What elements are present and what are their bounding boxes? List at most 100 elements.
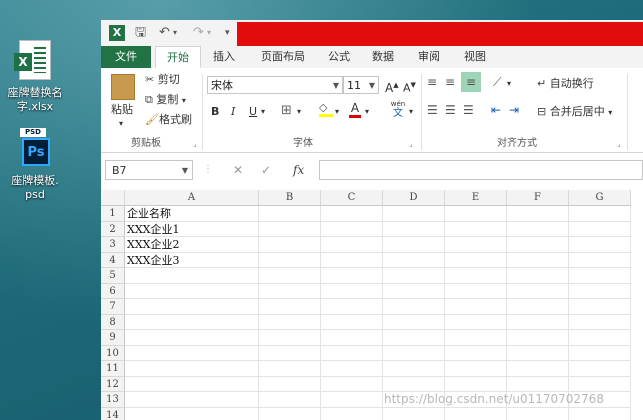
cell[interactable]: [507, 361, 569, 377]
cell[interactable]: [259, 206, 321, 222]
cell[interactable]: [383, 237, 445, 253]
row-header[interactable]: 11: [101, 361, 125, 377]
row-header[interactable]: 1: [101, 206, 125, 222]
cell[interactable]: [507, 252, 569, 268]
undo-icon[interactable]: ↶: [159, 24, 170, 42]
cell[interactable]: [125, 392, 259, 408]
tab-page-layout[interactable]: 页面布局: [253, 46, 313, 68]
row-header[interactable]: 14: [101, 407, 125, 420]
cell[interactable]: [259, 237, 321, 253]
cell[interactable]: [445, 407, 507, 420]
cell[interactable]: 企业名称: [125, 206, 259, 222]
tab-insert[interactable]: 插入: [207, 46, 241, 68]
cell[interactable]: [383, 361, 445, 377]
row-header[interactable]: 2: [101, 221, 125, 237]
cell[interactable]: [445, 221, 507, 237]
cell[interactable]: [321, 299, 383, 315]
cell[interactable]: [383, 283, 445, 299]
cell[interactable]: [507, 299, 569, 315]
cell[interactable]: [321, 268, 383, 284]
align-top-icon[interactable]: ≡: [427, 74, 437, 90]
merge-center-button[interactable]: ⊟ 合并后居中 ▾: [537, 104, 612, 121]
cell[interactable]: [445, 299, 507, 315]
cell[interactable]: [507, 376, 569, 392]
row-header[interactable]: 6: [101, 283, 125, 299]
cell[interactable]: [445, 206, 507, 222]
cell[interactable]: [321, 345, 383, 361]
align-left-icon[interactable]: ☰: [427, 102, 438, 118]
cell[interactable]: [321, 330, 383, 346]
cell[interactable]: [383, 268, 445, 284]
cell[interactable]: [507, 314, 569, 330]
cell[interactable]: [125, 361, 259, 377]
cell[interactable]: [321, 221, 383, 237]
cell[interactable]: [445, 252, 507, 268]
tab-formulas[interactable]: 公式: [323, 46, 355, 68]
customize-qat-icon[interactable]: ▾: [225, 24, 230, 42]
cell[interactable]: [259, 299, 321, 315]
cell[interactable]: [445, 314, 507, 330]
phonetic-dropdown-icon[interactable]: ▾: [409, 104, 413, 120]
column-header[interactable]: B: [259, 190, 321, 206]
cell[interactable]: [569, 268, 631, 284]
cut-button[interactable]: ✂ 剪切: [145, 72, 180, 88]
row-header[interactable]: 9: [101, 330, 125, 346]
row-header[interactable]: 10: [101, 345, 125, 361]
cell[interactable]: [569, 314, 631, 330]
row-header[interactable]: 5: [101, 268, 125, 284]
cell[interactable]: [445, 330, 507, 346]
cell[interactable]: [507, 268, 569, 284]
cell[interactable]: [383, 252, 445, 268]
cell[interactable]: [445, 376, 507, 392]
cell[interactable]: [569, 361, 631, 377]
orientation-icon[interactable]: ⟋: [493, 74, 501, 90]
cell[interactable]: [507, 345, 569, 361]
alignment-launcher-icon[interactable]: ⌟: [617, 136, 621, 152]
increase-indent-icon[interactable]: ⇥: [509, 102, 519, 118]
tab-home[interactable]: 开始: [155, 46, 201, 68]
save-icon[interactable]: 🖫: [135, 24, 146, 42]
paste-icon[interactable]: [111, 74, 135, 100]
cell[interactable]: [445, 283, 507, 299]
clipboard-launcher-icon[interactable]: ⌟: [193, 136, 197, 152]
cell[interactable]: [125, 376, 259, 392]
cell[interactable]: [125, 283, 259, 299]
cell[interactable]: [321, 237, 383, 253]
paste-dropdown-icon[interactable]: ▾: [119, 116, 123, 132]
cell[interactable]: [445, 237, 507, 253]
cell[interactable]: [383, 330, 445, 346]
column-header[interactable]: D: [383, 190, 445, 206]
cell[interactable]: [321, 252, 383, 268]
cell[interactable]: [507, 237, 569, 253]
column-header[interactable]: C: [321, 190, 383, 206]
cell[interactable]: [383, 206, 445, 222]
desktop-icon-xlsx[interactable]: X 座牌替换名 字.xlsx: [0, 40, 70, 114]
name-box[interactable]: B7 ▼: [105, 160, 193, 180]
cell[interactable]: [383, 407, 445, 420]
phonetic-button[interactable]: wén 文: [389, 100, 407, 119]
cell[interactable]: [321, 407, 383, 420]
tab-data[interactable]: 数据: [367, 46, 399, 68]
cell[interactable]: [383, 221, 445, 237]
redo-dropdown-icon[interactable]: ▾: [207, 24, 211, 42]
align-right-icon[interactable]: ☰: [463, 102, 474, 118]
tab-view[interactable]: 视图: [459, 46, 491, 68]
decrease-font-icon[interactable]: A▼: [403, 77, 416, 97]
cell[interactable]: [259, 361, 321, 377]
desktop-icon-psd[interactable]: PSD Ps 座牌模板. psd: [0, 128, 70, 202]
cell[interactable]: [321, 392, 383, 408]
italic-button[interactable]: I: [231, 104, 235, 120]
row-header[interactable]: 8: [101, 314, 125, 330]
cell[interactable]: [383, 376, 445, 392]
font-name-select[interactable]: 宋体 ▼: [207, 76, 343, 94]
cell[interactable]: [321, 206, 383, 222]
wrap-text-button[interactable]: ↵ 自动换行: [537, 76, 594, 92]
formula-input[interactable]: [319, 160, 643, 180]
cell[interactable]: [259, 283, 321, 299]
cell[interactable]: [507, 330, 569, 346]
cell[interactable]: [259, 252, 321, 268]
cell[interactable]: [507, 206, 569, 222]
copy-button[interactable]: ⧉ 复制 ▾: [145, 92, 186, 109]
row-header[interactable]: 12: [101, 376, 125, 392]
bold-button[interactable]: B: [211, 104, 219, 120]
